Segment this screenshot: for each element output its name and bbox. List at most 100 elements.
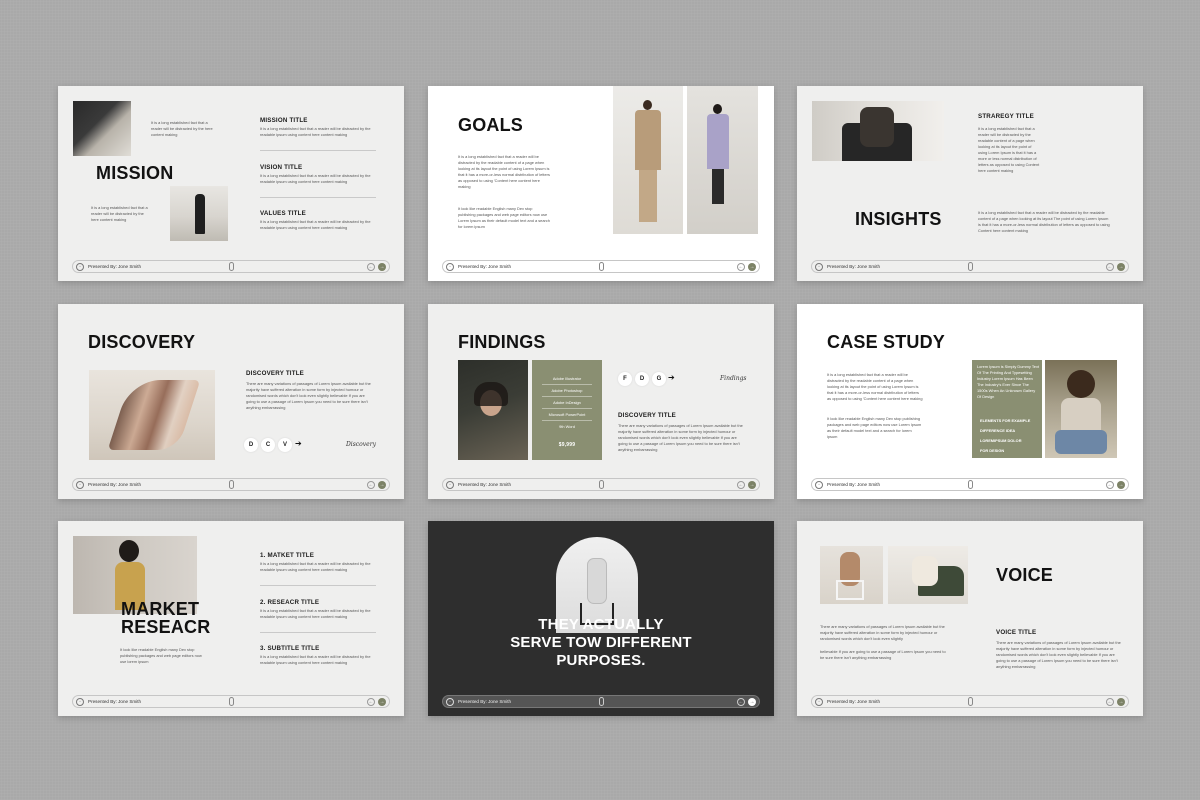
insights-text-1: It is a long established fact that a rea… — [978, 126, 1040, 173]
arrow-left-icon[interactable]: ← — [1106, 262, 1114, 271]
figure-hair — [1067, 370, 1095, 398]
figure-hair — [119, 540, 139, 562]
discovery-text: There are many variations of passages of… — [246, 381, 371, 410]
sub-title: VOICE TITLE — [996, 629, 1037, 636]
scroll-indicator — [967, 697, 973, 706]
figures-row — [107, 380, 201, 450]
sub-title: DISCOVERY TITLE — [246, 370, 305, 377]
sub-title: DISCOVERY TITLE — [618, 412, 677, 419]
slide-market-research[interactable]: MARKET RESEACR It look like readable Eng… — [58, 521, 404, 716]
slide-case-study[interactable]: CASE STUDY It is a long established fact… — [797, 304, 1143, 499]
letter-circle: V — [278, 438, 292, 452]
slide-quote[interactable]: THEY ACTUALLY SERVE TOW DIFFERENT PURPOS… — [428, 521, 774, 716]
figure-head — [713, 104, 722, 114]
user-circle-icon: ◦ — [446, 697, 454, 706]
user-circle-icon: ◦ — [815, 262, 823, 271]
slide-footer: ◦ Presented By: Jone Smith ← → — [442, 260, 760, 273]
slide-voice[interactable]: VOICE There are many variations of passa… — [797, 521, 1143, 716]
slide-discovery[interactable]: DISCOVERY DISCOVERY TITLE There are many… — [58, 304, 404, 499]
arrow-right-icon[interactable]: → — [1117, 697, 1125, 706]
slide-findings[interactable]: FINDINGS Adobe Illustrator Adobe Photosh… — [428, 304, 774, 499]
arrow-left-icon[interactable]: ← — [737, 262, 745, 271]
scroll-indicator — [228, 480, 234, 489]
figure-silhouette — [195, 194, 205, 234]
arrow-right-icon[interactable]: → — [378, 262, 386, 271]
mission-lower-text: It is a long established fact that a rea… — [91, 205, 148, 222]
figure-coat — [635, 110, 661, 170]
quote-line-1: THEY ACTUALLY — [538, 616, 664, 633]
divider — [542, 420, 592, 421]
arrow-left-icon[interactable]: ← — [1106, 480, 1114, 489]
photo-woman-chair — [812, 101, 944, 161]
quote-line-2: SERVE TOW DIFFERENT — [510, 634, 692, 651]
figure-silhouette — [588, 559, 606, 603]
quote-line-3: PURPOSES. — [556, 652, 646, 669]
user-circle-icon: ◦ — [76, 697, 84, 706]
arrow-left-icon[interactable]: ← — [737, 480, 745, 489]
item-title: VISION TITLE — [260, 164, 303, 171]
presenter-label: Presented By: Jone Smith — [88, 263, 142, 269]
slide-footer: ◦ Presented By: Jone Smith ← → — [72, 478, 390, 491]
photo-woman-curly-hair — [1045, 360, 1117, 458]
arrow-left-icon[interactable]: ← — [367, 262, 375, 271]
photo-woman-portrait — [73, 101, 131, 156]
voice-right-text: There are many variations of passages of… — [996, 640, 1121, 669]
figure-legs — [639, 170, 657, 222]
slide-footer: ◦ Presented By: Jone Smith ← → — [72, 260, 390, 273]
slide-title: GOALS — [458, 115, 524, 135]
divider — [542, 396, 592, 397]
arrow-right-icon[interactable]: → — [378, 697, 386, 706]
presenter-label: Presented By: Jone Smith — [458, 698, 512, 704]
slide-goals[interactable]: GOALS It is a long established fact that… — [428, 86, 774, 281]
slide-title: DISCOVERY — [88, 332, 196, 352]
price-label: $9,999 — [558, 442, 576, 448]
case-text-1: It is a long established fact that a rea… — [827, 372, 923, 401]
panel-item: DIFFERENCE IDEA — [980, 428, 1016, 433]
user-circle-icon: ◦ — [76, 262, 84, 271]
divider — [260, 632, 376, 633]
arrow-right-icon[interactable]: → — [378, 480, 386, 489]
arrow-left-icon[interactable]: ← — [367, 480, 375, 489]
slide-insights[interactable]: STRAREGY TITLE It is a long established … — [797, 86, 1143, 281]
slide-title: INSIGHTS — [855, 209, 942, 229]
presenter-label: Presented By: Jone Smith — [827, 698, 881, 704]
presenter-label: Presented By: Jone Smith — [827, 263, 881, 269]
item-text: It is a long established fact that a rea… — [260, 219, 371, 230]
arrow-right-icon: ➔ — [295, 439, 302, 448]
figure-coat — [707, 114, 729, 169]
user-circle-icon: ◦ — [76, 480, 84, 489]
arrow-right-icon[interactable]: → — [1117, 480, 1125, 489]
signature: Findings — [720, 375, 747, 382]
item-text: It is a long established fact that a rea… — [260, 654, 371, 665]
goals-text-2: It look like readable English many Dex s… — [458, 206, 550, 229]
divider — [542, 408, 592, 409]
panel-item: LOREMIPSUM DOLOR — [980, 438, 1022, 443]
arrow-left-icon[interactable]: ← — [737, 697, 745, 706]
slide-title-line1: MARKET — [121, 599, 200, 619]
user-circle-icon: ◦ — [815, 697, 823, 706]
scroll-indicator — [598, 697, 604, 706]
letter-circle: G — [652, 372, 666, 386]
divider — [260, 197, 376, 198]
photo-woman-back-chair — [820, 546, 883, 604]
item-title: VALUES TITLE — [260, 210, 306, 217]
panel-item: FOR DESIGN — [980, 448, 1005, 453]
arrow-right-icon[interactable]: → — [748, 262, 756, 271]
arrow-right-icon[interactable]: → — [748, 480, 756, 489]
item-text: It is a long established fact that a rea… — [260, 173, 371, 184]
scroll-indicator — [598, 262, 604, 271]
slide-title: VOICE — [996, 565, 1054, 585]
item-text: It is a long established fact that a rea… — [260, 608, 371, 619]
market-text: It look like readable English many Dex s… — [120, 647, 202, 664]
photo-man-suit — [613, 86, 683, 234]
arrow-left-icon[interactable]: ← — [367, 697, 375, 706]
item-title: 1. MATKET TITLE — [260, 552, 315, 559]
slide-mission[interactable]: It is a long established fact that a rea… — [58, 86, 404, 281]
mission-intro-text: It is a long established fact that a rea… — [151, 120, 213, 137]
arrow-left-icon[interactable]: ← — [1106, 697, 1114, 706]
arrow-right-icon[interactable]: → — [1117, 262, 1125, 271]
arrow-right-icon[interactable]: → — [748, 697, 756, 706]
slide-footer: ◦ Presented By: Jone Smith ← → — [811, 695, 1129, 708]
scroll-indicator — [228, 697, 234, 706]
item-text: It is a long established fact that a rea… — [260, 126, 371, 137]
